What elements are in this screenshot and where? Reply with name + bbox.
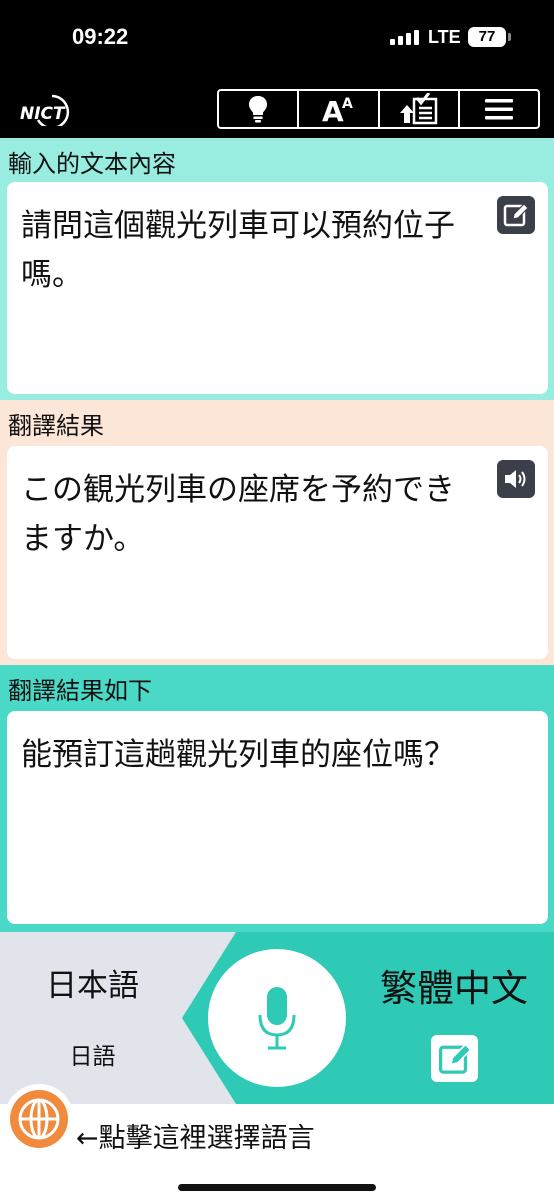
language-controls: 日本語 日語 繁體中文 — [0, 932, 554, 1104]
select-language-text[interactable]: ←點擊這裡選擇語言 — [76, 1116, 315, 1155]
target-language[interactable]: 繁體中文 — [366, 958, 542, 1012]
status-time: 09:22 — [72, 24, 129, 49]
history-button[interactable] — [380, 91, 460, 127]
microphone-icon — [258, 987, 296, 1050]
svg-text:A: A — [322, 95, 344, 124]
input-section: 輸入的文本內容 請問這個觀光列車可以預約位子嗎。 — [0, 138, 554, 400]
signal-icon — [390, 30, 419, 45]
result-section: 翻譯結果 この観光列車の座席を予約できますか。 — [0, 400, 554, 665]
result-label: 翻譯結果 — [8, 412, 104, 440]
back-translation-card: 能預訂這趟觀光列車的座位嗎？ — [7, 711, 548, 924]
result-text: この観光列車の座席を予約できますか。 — [21, 472, 455, 557]
upload-checklist-icon — [399, 93, 437, 125]
svg-text:A: A — [342, 96, 353, 112]
input-text: 請問這個觀光列車可以預約位子嗎。 — [21, 208, 455, 293]
font-size-icon: A A — [322, 95, 353, 124]
menu-button[interactable] — [460, 91, 538, 127]
play-audio-button[interactable] — [497, 460, 535, 498]
edit-icon — [438, 1043, 472, 1074]
font-size-button[interactable]: A A — [299, 91, 380, 127]
logo-text: NICT — [20, 104, 66, 124]
speaker-icon — [505, 470, 526, 488]
home-indicator — [178, 1184, 376, 1191]
microphone-button[interactable] — [208, 949, 346, 1087]
edit-icon — [503, 203, 529, 227]
back-translation-text: 能預訂這趟觀光列車的座位嗎？ — [21, 737, 455, 773]
source-language[interactable]: 日本語 — [0, 960, 185, 1005]
lightbulb-icon — [249, 96, 268, 123]
language-select-button[interactable] — [4, 1084, 74, 1154]
status-bar: 09:22 LTE 77 — [0, 0, 554, 80]
source-language-sub: 日語 — [69, 1044, 116, 1070]
input-card[interactable]: 請問這個觀光列車可以預約位子嗎。 — [7, 182, 548, 394]
network-label: LTE — [428, 27, 461, 47]
language-select-bar: ←點擊這裡選擇語言 — [0, 1084, 554, 1200]
nict-logo: NICT — [20, 94, 70, 126]
edit-input-button[interactable] — [497, 196, 535, 234]
result-card: この観光列車の座席を予約できますか。 — [7, 446, 548, 659]
battery-icon: 77 — [468, 27, 511, 47]
menu-icon — [484, 99, 513, 120]
edit-target-button[interactable] — [431, 1035, 478, 1082]
toolbar: A A — [217, 89, 540, 129]
app-header: NICT A A — [0, 80, 554, 138]
back-translation-label: 翻譯結果如下 — [8, 677, 152, 705]
hint-button[interactable] — [219, 91, 300, 127]
back-translation-section: 翻譯結果如下 能預訂這趟觀光列車的座位嗎？ — [0, 665, 554, 932]
input-label: 輸入的文本內容 — [8, 150, 176, 178]
globe-icon — [10, 1090, 68, 1148]
